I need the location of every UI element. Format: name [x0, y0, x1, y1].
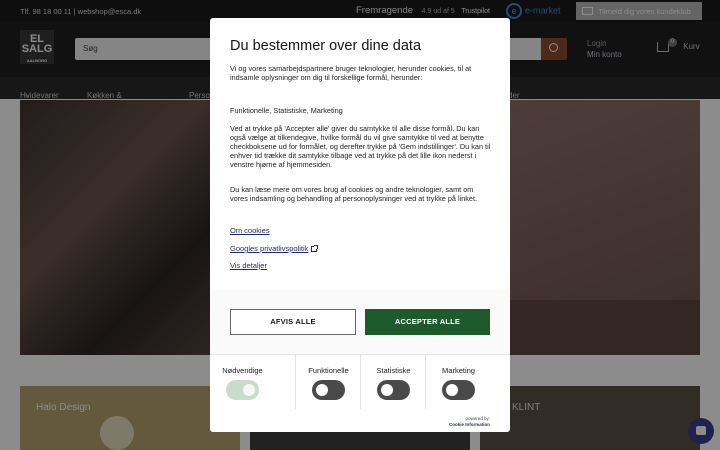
switch-knob [446, 384, 458, 396]
accept-all-button[interactable]: ACCEPTER ALLE [365, 309, 490, 335]
powered-by-label: powered by: [465, 416, 490, 421]
intro-text: Vi og vores samarbejdspartnere bruger te… [230, 64, 472, 82]
explain-text: Ved at trykke på 'Accepter alle' giver d… [230, 124, 491, 169]
button-area: AFVIS ALLE ACCEPTER ALLE [210, 290, 510, 354]
cookie-information-logo: Cookie Information [448, 421, 490, 427]
toggle-label: Funktionelle [308, 366, 349, 375]
purposes-text: Funktionelle, Statistiske, Marketing [230, 106, 343, 115]
functional-switch[interactable] [312, 380, 345, 400]
toggle-statistics: Statistiske [360, 355, 425, 409]
powered-by[interactable]: powered by: Cookie Information [449, 416, 490, 427]
necessary-switch [226, 380, 259, 400]
cookie-consent-dialog: Du bestemmer over dine data Vi og vores … [210, 18, 510, 432]
toggle-necessary: Nødvendige [210, 355, 275, 409]
dialog-title: Du bestemmer over dine data [230, 38, 422, 54]
about-cookies-link[interactable]: Om cookies [230, 226, 270, 235]
consent-toggles: Nødvendige Funktionelle Statistiske Mark… [210, 354, 510, 409]
switch-knob [243, 384, 255, 396]
toggle-label: Marketing [442, 366, 475, 375]
toggle-functional: Funktionelle [295, 355, 360, 409]
google-privacy-link[interactable]: Googles privatlivspolitik [230, 244, 319, 253]
switch-knob [316, 384, 328, 396]
switch-knob [381, 384, 393, 396]
statistics-switch[interactable] [377, 380, 410, 400]
toggle-label: Statistiske [376, 366, 411, 375]
reject-all-button[interactable]: AFVIS ALLE [230, 309, 356, 335]
external-link-icon [311, 245, 319, 253]
toggle-label: Nødvendige [222, 366, 263, 375]
more-info-text: Du kan læse mere om vores brug af cookie… [230, 185, 478, 203]
toggle-marketing: Marketing [425, 355, 490, 409]
marketing-switch[interactable] [442, 380, 475, 400]
show-details-link[interactable]: Vis detaljer [230, 261, 267, 270]
google-privacy-label: Googles privatlivspolitik [230, 244, 309, 253]
